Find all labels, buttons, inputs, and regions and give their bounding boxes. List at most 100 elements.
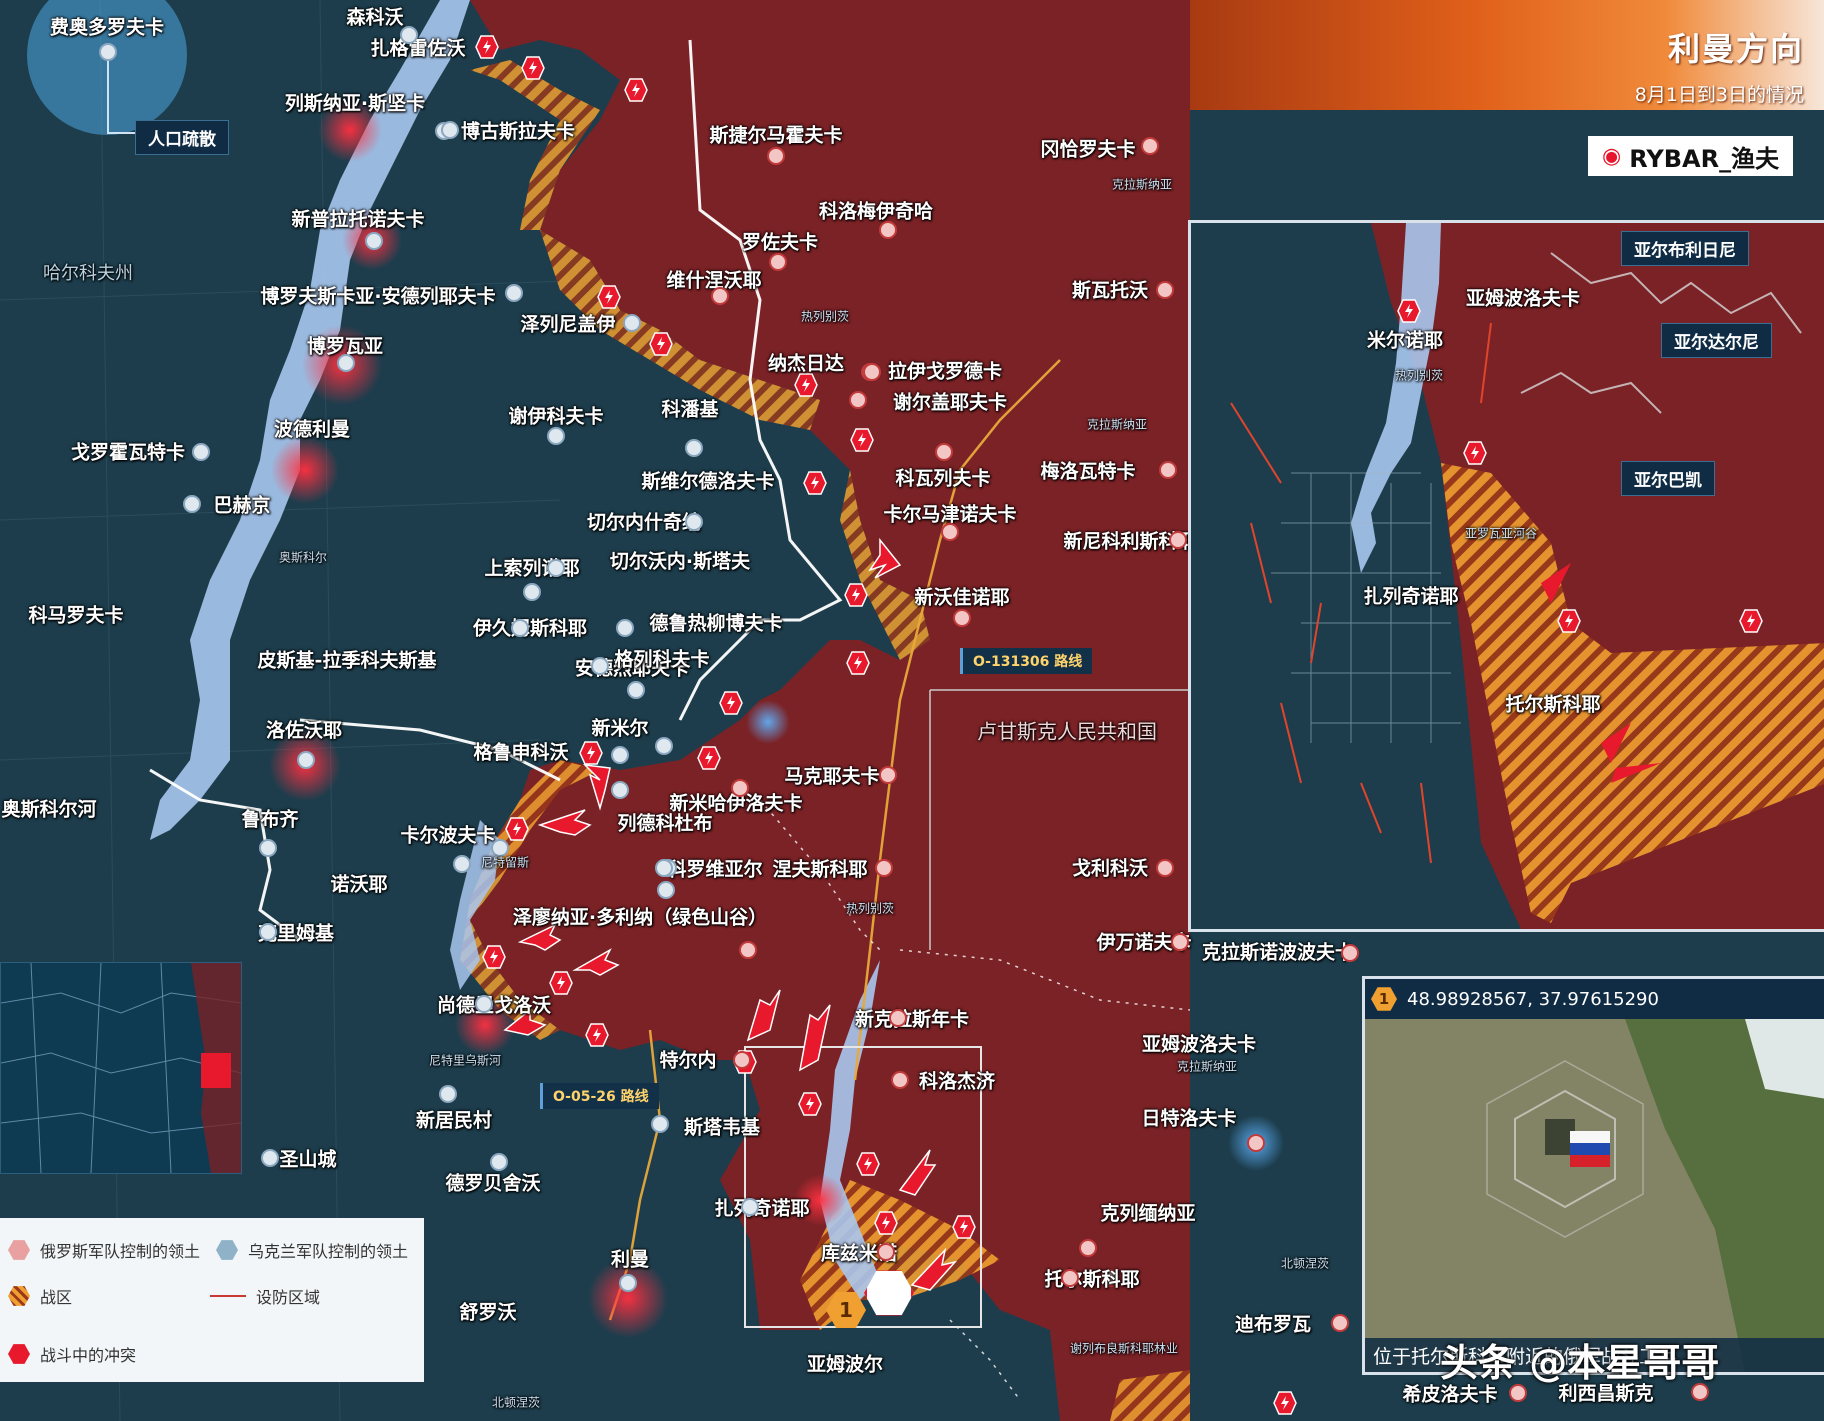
clash-icon xyxy=(844,583,868,607)
road-tag-o131306: O-131306 路线 xyxy=(960,648,1093,674)
ru-settlement-marker xyxy=(891,1071,909,1089)
clash-icon xyxy=(846,651,870,675)
settlement-label-ua: 德罗贝舍沃 xyxy=(445,1172,541,1195)
settlement-label-ru: 克列缅纳亚 xyxy=(1100,1202,1196,1225)
clash-icon xyxy=(585,1023,609,1047)
clash-icon xyxy=(1739,609,1763,633)
inset-label-yampolovka: 亚姆波洛夫卡 xyxy=(1465,287,1581,310)
ua-territory-icon xyxy=(216,1240,238,1260)
settlement-label-ua: 波德利曼 xyxy=(273,418,351,441)
legend-combat: 战区 xyxy=(8,1284,72,1308)
ua-settlement-marker xyxy=(259,839,277,857)
ru-settlement-marker xyxy=(879,221,897,239)
clash-icon xyxy=(850,428,874,452)
inset-label-mirnoe: 米尔诺耶 xyxy=(1366,329,1444,352)
settlement-label-ua: 亚姆波尔 xyxy=(806,1353,884,1376)
river-label-nitrius-river: 尼特里乌斯河 xyxy=(428,1053,502,1068)
ua-settlement-marker xyxy=(99,43,117,61)
clash-icon xyxy=(475,35,499,59)
legend: 俄罗斯军队控制的领土 乌克兰军队控制的领土 战区 设防区域 战斗中的冲突 xyxy=(0,1218,424,1382)
ua-settlement-marker xyxy=(547,559,565,577)
ua-settlement-marker xyxy=(685,513,703,531)
ua-settlement-marker xyxy=(511,619,529,637)
settlement-label-ua: 戈罗霍瓦特卡 xyxy=(70,441,186,464)
ua-settlement-marker xyxy=(623,314,641,332)
page-title: 利曼方向 xyxy=(1667,30,1804,68)
legend-fortified-label: 设防区域 xyxy=(256,1288,321,1307)
clash-icon xyxy=(505,817,529,841)
settlement-label-ua: 新米尔 xyxy=(591,717,649,740)
settlement-label-ua: 扎格雷佐沃 xyxy=(370,37,466,60)
ru-settlement-marker xyxy=(1061,1269,1079,1287)
river-label-zherebets: 热列别茨 xyxy=(800,309,850,324)
ua-settlement-marker xyxy=(261,1149,279,1167)
clash-icon xyxy=(521,56,545,80)
legend-ua-label: 乌克兰军队控制的领土 xyxy=(248,1242,409,1261)
settlement-label-ua: 博罗夫斯卡亚·安德列耶夫卡 xyxy=(260,285,496,308)
clash-icon xyxy=(8,1344,30,1364)
clash-icon xyxy=(697,746,721,770)
settlement-label-ru: 迪布罗瓦 xyxy=(1234,1313,1312,1336)
inset-callout-arbakai: 亚尔巴凯 xyxy=(1621,461,1715,496)
clash-icon xyxy=(482,945,506,969)
settlement-label-ua: 列斯纳亚·斯坚卡 xyxy=(284,92,426,115)
clash-icon xyxy=(649,332,673,356)
river-label-oskil: 奥斯科尔 xyxy=(278,550,328,565)
combat-zone-icon xyxy=(8,1286,30,1306)
settlement-label-ru: 特尔内 xyxy=(659,1049,717,1072)
settlement-label-ua: 舒罗沃 xyxy=(459,1301,517,1324)
minimap-graphic xyxy=(1,963,241,1173)
ua-settlement-marker xyxy=(627,681,645,699)
ua-settlement-marker xyxy=(655,737,673,755)
settlement-label-ua: 德鲁热柳博夫卡 xyxy=(649,612,783,635)
settlement-label-ru: 科洛梅伊奇哈 xyxy=(818,200,934,223)
ua-settlement-marker xyxy=(547,427,565,445)
clash-icon xyxy=(874,1211,898,1235)
ru-settlement-marker xyxy=(1341,944,1359,962)
settlement-label-ru: 亚姆波洛夫卡 xyxy=(1141,1033,1257,1056)
settlement-label-ua: 斯维尔德洛夫卡 xyxy=(641,470,775,493)
clash-icon xyxy=(798,1092,822,1116)
ua-settlement-marker xyxy=(337,354,355,372)
clash-icon xyxy=(549,971,573,995)
ru-settlement-marker xyxy=(1171,933,1189,951)
ua-settlement-marker xyxy=(439,1085,457,1103)
clash-icon xyxy=(624,78,648,102)
inset-river-label: 亚罗瓦亚河谷 xyxy=(1464,526,1538,541)
inset-label-torskoe: 托尔斯科耶 xyxy=(1505,693,1601,716)
legend-ua: 乌克兰军队控制的领土 xyxy=(216,1238,408,1262)
settlement-label-ru: 科瓦列夫卡 xyxy=(895,467,991,490)
settlement-label-ru: 斯捷尔马霍夫卡 xyxy=(709,124,843,147)
ua-settlement-marker xyxy=(611,781,629,799)
settlement-label-ru: 日特洛夫卡 xyxy=(1141,1107,1237,1130)
ru-settlement-marker xyxy=(711,287,729,305)
river-label-nitrius: 尼特留斯 xyxy=(480,855,530,870)
river-label-krasna-3: 克拉斯纳亚 xyxy=(1176,1059,1238,1074)
inset-map: 亚尔布利日尼 亚姆波洛夫卡 米尔诺耶 热列别茨 亚尔达尔尼 亚尔巴凯 扎列奇诺耶 托尔斯科耶 亚… xyxy=(1188,220,1824,932)
clash-icon xyxy=(856,1152,880,1176)
ru-settlement-marker xyxy=(1156,281,1174,299)
ua-settlement-marker xyxy=(611,746,629,764)
ua-settlement-marker xyxy=(619,1274,637,1292)
brand-badge: ◉ RYBAR_渔夫 xyxy=(1588,136,1794,176)
settlement-label-ua: 科罗维亚尔 xyxy=(667,858,763,881)
ru-settlement-marker xyxy=(739,941,757,959)
ua-settlement-marker xyxy=(400,26,418,44)
ru-settlement-marker xyxy=(1079,1239,1097,1257)
inset-callout-arbuzovo: 亚尔布利日尼 xyxy=(1621,231,1749,266)
ru-settlement-marker xyxy=(1247,1134,1265,1152)
ru-settlement-marker xyxy=(879,766,897,784)
settlement-label-ua: 上索列诺耶 xyxy=(484,557,580,580)
settlement-label-ua: 卡尔波夫卡 xyxy=(400,824,496,847)
inset-label-zarechnoe: 扎列奇诺耶 xyxy=(1363,585,1459,608)
settlement-label-ua: 鲁布齐 xyxy=(241,808,299,831)
settlement-label-ua: 斯塔韦基 xyxy=(683,1116,761,1139)
settlement-label-ua: 利曼 xyxy=(610,1248,650,1271)
page-subtitle: 8月1日到3日的情况 xyxy=(1634,84,1804,106)
clash-icon xyxy=(794,373,818,397)
inset-callout-ardarni: 亚尔达尔尼 xyxy=(1661,323,1772,358)
ru-settlement-marker xyxy=(1141,137,1159,155)
ua-settlement-marker xyxy=(741,1198,759,1216)
ua-settlement-marker xyxy=(616,619,634,637)
settlement-label-ua: 格鲁申科沃 xyxy=(473,741,569,764)
